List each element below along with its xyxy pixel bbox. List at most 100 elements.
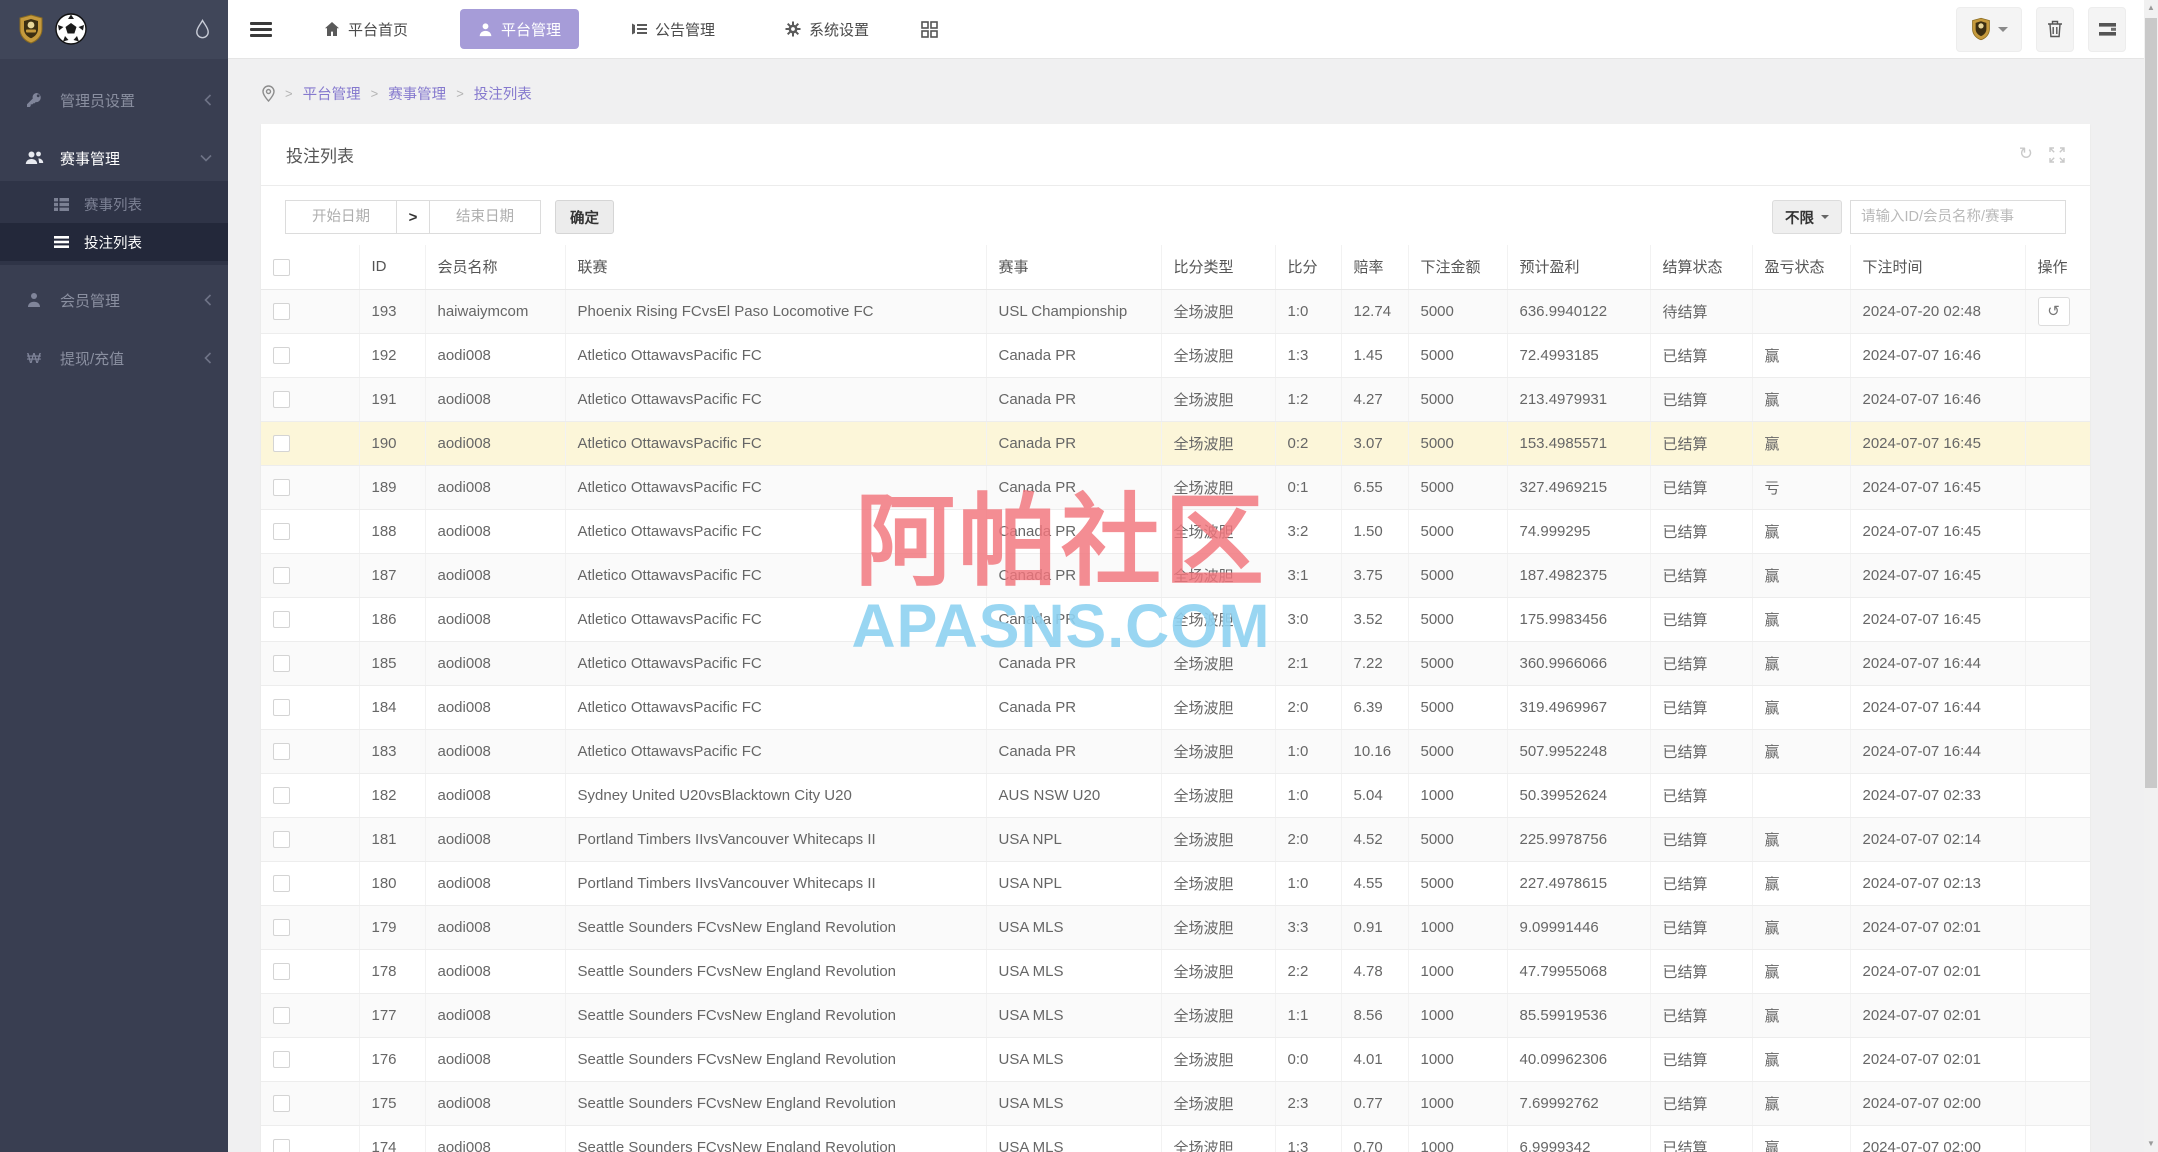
cell-score-type: 全场波胆	[1161, 465, 1275, 509]
table-row: 189aodi008Atletico OttawavsPacific FCCan…	[261, 465, 2090, 509]
row-checkbox[interactable]	[273, 303, 290, 320]
scroll-down-arrow[interactable]: ▼	[2144, 1136, 2158, 1152]
search-input[interactable]	[1850, 200, 2066, 234]
cell-settle-status: 已结算	[1650, 421, 1752, 465]
page-scrollbar[interactable]: ▲ ▼	[2144, 0, 2158, 1152]
sidebar-toggle-button[interactable]	[250, 19, 272, 40]
water-drop-icon[interactable]	[195, 19, 210, 39]
cell-event: USA NPL	[986, 817, 1161, 861]
user-avatar-button[interactable]	[1956, 7, 2022, 52]
bet-table-body: 193haiwaiymcomPhoenix Rising FCvsEl Paso…	[261, 289, 2090, 1152]
breadcrumb-link-platform[interactable]: 平台管理	[303, 83, 361, 104]
table-row: 178aodi008Seattle Sounders FCvsNew Engla…	[261, 949, 2090, 993]
row-checkbox[interactable]	[273, 831, 290, 848]
confirm-button[interactable]: 确定	[555, 200, 614, 234]
col-header-win-status: 盈亏状态	[1752, 245, 1850, 289]
cell-amount: 5000	[1408, 685, 1507, 729]
cell-settle-status: 已结算	[1650, 861, 1752, 905]
row-checkbox[interactable]	[273, 479, 290, 496]
cell-score-type: 全场波胆	[1161, 289, 1275, 333]
resettle-button[interactable]: ↺	[2038, 297, 2070, 326]
cell-select	[261, 465, 359, 509]
cell-event: AUS NSW U20	[986, 773, 1161, 817]
cell-member: aodi008	[425, 553, 565, 597]
row-checkbox[interactable]	[273, 1095, 290, 1112]
refresh-icon[interactable]: ↻	[2019, 146, 2033, 163]
row-checkbox[interactable]	[273, 435, 290, 452]
member-icon	[24, 292, 44, 308]
cell-member: aodi008	[425, 773, 565, 817]
breadcrumb-link-events[interactable]: 赛事管理	[388, 83, 446, 104]
nav-item-platform-home[interactable]: 平台首页	[306, 9, 426, 49]
row-checkbox[interactable]	[273, 347, 290, 364]
row-checkbox[interactable]	[273, 1139, 290, 1152]
cell-league: Atletico OttawavsPacific FC	[565, 729, 986, 773]
scroll-up-arrow[interactable]: ▲	[2144, 0, 2158, 16]
cell-id: 188	[359, 509, 425, 553]
cell-profit: 7.69992762	[1507, 1081, 1650, 1125]
type-filter-dropdown[interactable]: 不限	[1772, 200, 1842, 234]
sidebar-item-admin-settings[interactable]: 管理员设置	[0, 77, 228, 123]
nav-item-system-settings[interactable]: 系统设置	[767, 9, 887, 49]
sidebar-item-event-management[interactable]: 赛事管理	[0, 135, 228, 181]
col-header-score: 比分	[1275, 245, 1341, 289]
home-icon	[324, 21, 340, 37]
cell-time: 2024-07-07 16:45	[1850, 553, 2025, 597]
sidebar-item-withdraw-recharge[interactable]: ₩ 提现/充值	[0, 335, 228, 381]
cell-event: USA MLS	[986, 993, 1161, 1037]
col-header-amount: 下注金额	[1408, 245, 1507, 289]
apps-grid-icon[interactable]	[921, 21, 938, 38]
row-checkbox[interactable]	[273, 787, 290, 804]
table-row: 183aodi008Atletico OttawavsPacific FCCan…	[261, 729, 2090, 773]
row-checkbox[interactable]	[273, 699, 290, 716]
cell-select	[261, 377, 359, 421]
cell-league: Atletico OttawavsPacific FC	[565, 553, 986, 597]
breadcrumb-link-bets[interactable]: 投注列表	[474, 83, 532, 104]
cell-amount: 5000	[1408, 333, 1507, 377]
cell-profit: 85.59919536	[1507, 993, 1650, 1037]
select-all-checkbox[interactable]	[273, 259, 290, 276]
row-checkbox[interactable]	[273, 919, 290, 936]
cell-league: Atletico OttawavsPacific FC	[565, 509, 986, 553]
cell-action	[2025, 1125, 2090, 1152]
row-checkbox[interactable]	[273, 391, 290, 408]
nav-item-announcement-management[interactable]: 公告管理	[613, 9, 733, 49]
nav-item-platform-management[interactable]: 平台管理	[460, 9, 579, 49]
row-checkbox[interactable]	[273, 567, 290, 584]
cell-settle-status: 已结算	[1650, 905, 1752, 949]
table-row: 193haiwaiymcomPhoenix Rising FCvsEl Paso…	[261, 289, 2090, 333]
announcement-icon	[631, 22, 647, 36]
fullscreen-icon[interactable]	[2049, 147, 2065, 163]
sidebar-item-member-management[interactable]: 会员管理	[0, 277, 228, 323]
cell-score: 1:0	[1275, 729, 1341, 773]
cell-score: 3:0	[1275, 597, 1341, 641]
cell-action	[2025, 333, 2090, 377]
row-checkbox[interactable]	[273, 611, 290, 628]
sidebar-item-event-list[interactable]: 赛事列表	[0, 185, 228, 223]
log-list-button[interactable]	[2088, 7, 2126, 52]
cell-score-type: 全场波胆	[1161, 685, 1275, 729]
row-checkbox[interactable]	[273, 963, 290, 980]
row-checkbox[interactable]	[273, 655, 290, 672]
breadcrumb-separator: >	[285, 86, 293, 101]
row-checkbox[interactable]	[273, 875, 290, 892]
cell-action	[2025, 949, 2090, 993]
end-date-input[interactable]	[429, 200, 541, 234]
row-checkbox[interactable]	[273, 523, 290, 540]
chevron-left-icon	[204, 94, 212, 106]
event-management-submenu: 赛事列表 投注列表	[0, 181, 228, 265]
row-checkbox[interactable]	[273, 743, 290, 760]
cell-action	[2025, 377, 2090, 421]
start-date-input[interactable]	[285, 200, 397, 234]
scrollbar-thumb[interactable]	[2145, 18, 2157, 788]
cell-score-type: 全场波胆	[1161, 597, 1275, 641]
trash-button[interactable]	[2036, 7, 2074, 52]
sidebar-item-bet-list[interactable]: 投注列表	[0, 223, 228, 261]
date-range-separator-button[interactable]: >	[397, 200, 429, 234]
cell-win-status: 赢	[1752, 509, 1850, 553]
row-checkbox[interactable]	[273, 1007, 290, 1024]
row-checkbox[interactable]	[273, 1051, 290, 1068]
cell-time: 2024-07-20 02:48	[1850, 289, 2025, 333]
table-row: 191aodi008Atletico OttawavsPacific FCCan…	[261, 377, 2090, 421]
cell-action	[2025, 1081, 2090, 1125]
